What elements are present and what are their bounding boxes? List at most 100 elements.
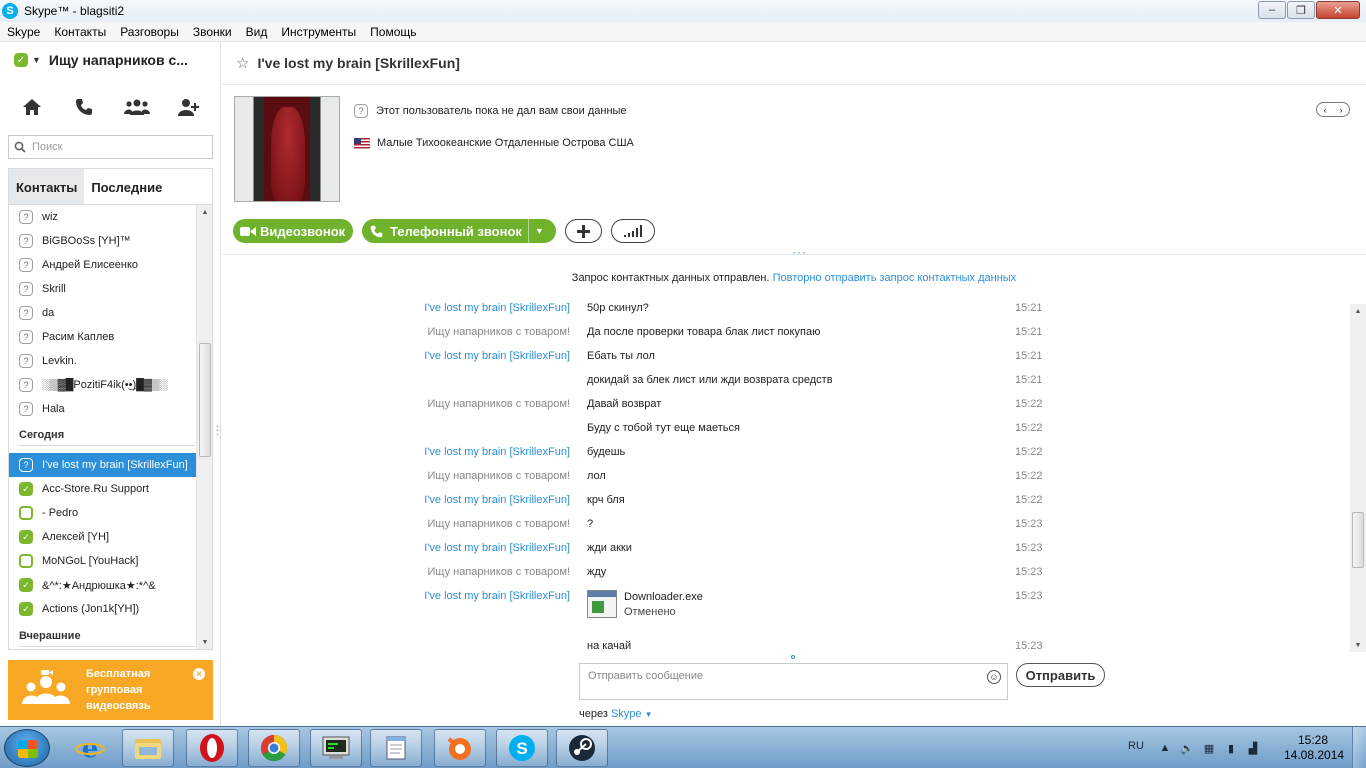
contact-item[interactable]: ? Андрей Елисеенко — [9, 253, 196, 277]
chat-scrollbar[interactable]: ▲ ▼ — [1350, 304, 1366, 652]
phone-icon[interactable] — [69, 96, 99, 118]
contact-item[interactable]: ✓ &^*:★Андрюшка★:*^& — [9, 573, 196, 597]
contact-item[interactable]: - Pedro — [9, 501, 196, 525]
show-desktop-button[interactable] — [1352, 727, 1366, 768]
volume-icon[interactable]: 🔈 — [1180, 741, 1194, 755]
message-sender[interactable]: I've lost my brain [SkrillexFun] — [422, 350, 570, 362]
chevron-right-icon[interactable]: › — [1340, 105, 1343, 115]
explorer-icon[interactable] — [122, 729, 174, 767]
chrome-icon[interactable] — [248, 729, 300, 767]
group-video-promo[interactable]: Бесплатная групповая видеосвязь ✕ — [8, 660, 213, 720]
clock[interactable]: 15:28 14.08.2014 — [1284, 733, 1344, 763]
scroll-up-icon[interactable]: ▲ — [1350, 304, 1366, 318]
message-sender[interactable]: Ищу напарников с товаром! — [422, 398, 570, 410]
contact-item[interactable]: ? ░▒▓█PozitiF4ik(•͜•)█▓▒░ — [9, 373, 196, 397]
steam-icon[interactable] — [556, 729, 608, 767]
via-label: через — [579, 708, 608, 720]
opera-icon[interactable] — [186, 729, 238, 767]
mood-row: ? Этот пользователь пока не дал вам свои… — [354, 104, 627, 118]
profile-pager[interactable]: ‹ › — [1316, 102, 1350, 117]
contact-item[interactable]: ? Hala — [9, 397, 196, 421]
tray-expand-icon[interactable]: ▲ — [1158, 741, 1172, 755]
message-sender[interactable]: I've lost my brain [SkrillexFun] — [422, 446, 570, 458]
phone-call-button[interactable]: Телефонный звонок ▼ — [362, 219, 556, 243]
contact-item[interactable]: ? da — [9, 301, 196, 325]
contact-item[interactable]: ? Levkin. — [9, 349, 196, 373]
contact-item[interactable]: MoNGoL [YouHack] — [9, 549, 196, 573]
message-history: I've lost my brain [SkrillexFun] 50р скин… — [422, 302, 1342, 658]
resend-request-link[interactable]: Повторно отправить запрос контактных дан… — [773, 272, 1017, 284]
maximize-button[interactable]: ❐ — [1287, 1, 1315, 19]
scroll-thumb[interactable] — [199, 343, 211, 457]
star-icon[interactable]: ☆ — [236, 54, 249, 72]
scroll-up-icon[interactable]: ▲ — [197, 205, 212, 219]
contact-item[interactable]: ✓ Алексей [YH] — [9, 525, 196, 549]
search-input[interactable]: Поиск — [8, 135, 213, 159]
avast-icon[interactable] — [434, 729, 486, 767]
contact-item[interactable]: ? Skrill — [9, 277, 196, 301]
contact-item[interactable]: ? Расим Каплев — [9, 325, 196, 349]
message-sender[interactable]: Ищу напарников с товаром! — [422, 518, 570, 530]
message-sender[interactable]: I've lost my brain [SkrillexFun] — [422, 590, 570, 602]
signal-bars-icon[interactable]: ▟ — [1246, 741, 1260, 755]
network-icon[interactable]: ▦ — [1202, 741, 1216, 755]
group-icon[interactable] — [122, 96, 152, 118]
scroll-thumb[interactable] — [1352, 512, 1364, 568]
power-icon[interactable]: ▮ — [1224, 741, 1238, 755]
tab-recent[interactable]: Последние — [84, 169, 170, 205]
skype-icon[interactable]: S — [496, 729, 548, 767]
message-sender[interactable]: I've lost my brain [SkrillexFun] — [422, 542, 570, 554]
compose-resize-handle[interactable] — [791, 655, 795, 659]
notepad-icon[interactable] — [370, 729, 422, 767]
chevron-left-icon[interactable]: ‹ — [1324, 105, 1327, 115]
via-skype-dropdown[interactable]: Skype — [611, 708, 642, 720]
terminal-icon[interactable] — [310, 729, 362, 767]
call-quality-button[interactable] — [611, 219, 655, 243]
contact-item[interactable]: ✓ Acc-Store.Ru Support — [9, 477, 196, 501]
add-button[interactable] — [565, 219, 602, 243]
close-button[interactable]: ✕ — [1316, 1, 1360, 19]
message-sender[interactable]: Ищу напарников с товаром! — [422, 566, 570, 578]
emoticon-icon[interactable]: ☺ — [987, 670, 1001, 684]
message-sender[interactable]: I've lost my brain [SkrillexFun] — [422, 302, 570, 314]
menu-help[interactable]: Помощь — [363, 25, 423, 39]
menu-skype[interactable]: Skype — [0, 25, 47, 39]
file-transfer[interactable]: Downloader.exe Отменено — [587, 590, 703, 620]
menu-contacts[interactable]: Контакты — [47, 25, 113, 39]
minimize-button[interactable]: ‒ — [1258, 1, 1286, 19]
message-input[interactable]: Отправить сообщение ☺ — [579, 663, 1008, 700]
message-time: 15:23 — [1015, 590, 1043, 602]
video-call-button[interactable]: Видеозвонок — [233, 219, 353, 243]
menu-conversations[interactable]: Разговоры — [113, 25, 186, 39]
svg-text:e: e — [82, 734, 99, 763]
message-sender[interactable]: I've lost my brain [SkrillexFun] — [422, 494, 570, 506]
splitter-handle[interactable]: · · · — [216, 422, 219, 440]
scroll-down-icon[interactable]: ▼ — [197, 635, 212, 649]
home-icon[interactable] — [17, 96, 47, 118]
search-icon — [14, 141, 26, 153]
chevron-down-icon[interactable]: ▼ — [535, 226, 544, 236]
contact-item[interactable]: ✓ Actions (Jon1k[YH]) — [9, 597, 196, 621]
unknown-status-icon: ? — [19, 210, 33, 224]
contact-name: da — [42, 307, 55, 319]
menu-tools[interactable]: Инструменты — [274, 25, 363, 39]
menu-calls[interactable]: Звонки — [186, 25, 239, 39]
message-sender[interactable]: Ищу напарников с товаром! — [422, 470, 570, 482]
contact-item[interactable]: ? BiGBOoSs [YH]™ — [9, 229, 196, 253]
resize-handle[interactable]: ··· — [792, 245, 807, 259]
add-contact-icon[interactable] — [174, 96, 204, 118]
menu-view[interactable]: Вид — [239, 25, 275, 39]
close-icon[interactable]: ✕ — [193, 668, 205, 680]
contact-item[interactable]: ? wiz — [9, 205, 196, 229]
send-button[interactable]: Отправить — [1016, 663, 1105, 687]
tab-contacts[interactable]: Контакты — [9, 169, 85, 205]
message-sender[interactable]: Ищу напарников с товаром! — [422, 326, 570, 338]
input-language[interactable]: RU — [1128, 740, 1144, 752]
start-button[interactable] — [4, 729, 50, 767]
contact-list-scrollbar[interactable]: ▲ ▼ — [196, 205, 212, 649]
contact-item-selected[interactable]: ? I've lost my brain [SkrillexFun] — [9, 453, 196, 477]
chevron-down-icon[interactable]: ▼ — [645, 710, 653, 719]
status-selector[interactable]: ✓ ▼ Ищу напарников с... — [14, 52, 188, 68]
scroll-down-icon[interactable]: ▼ — [1350, 638, 1366, 652]
internet-explorer-icon[interactable]: e — [64, 729, 116, 767]
